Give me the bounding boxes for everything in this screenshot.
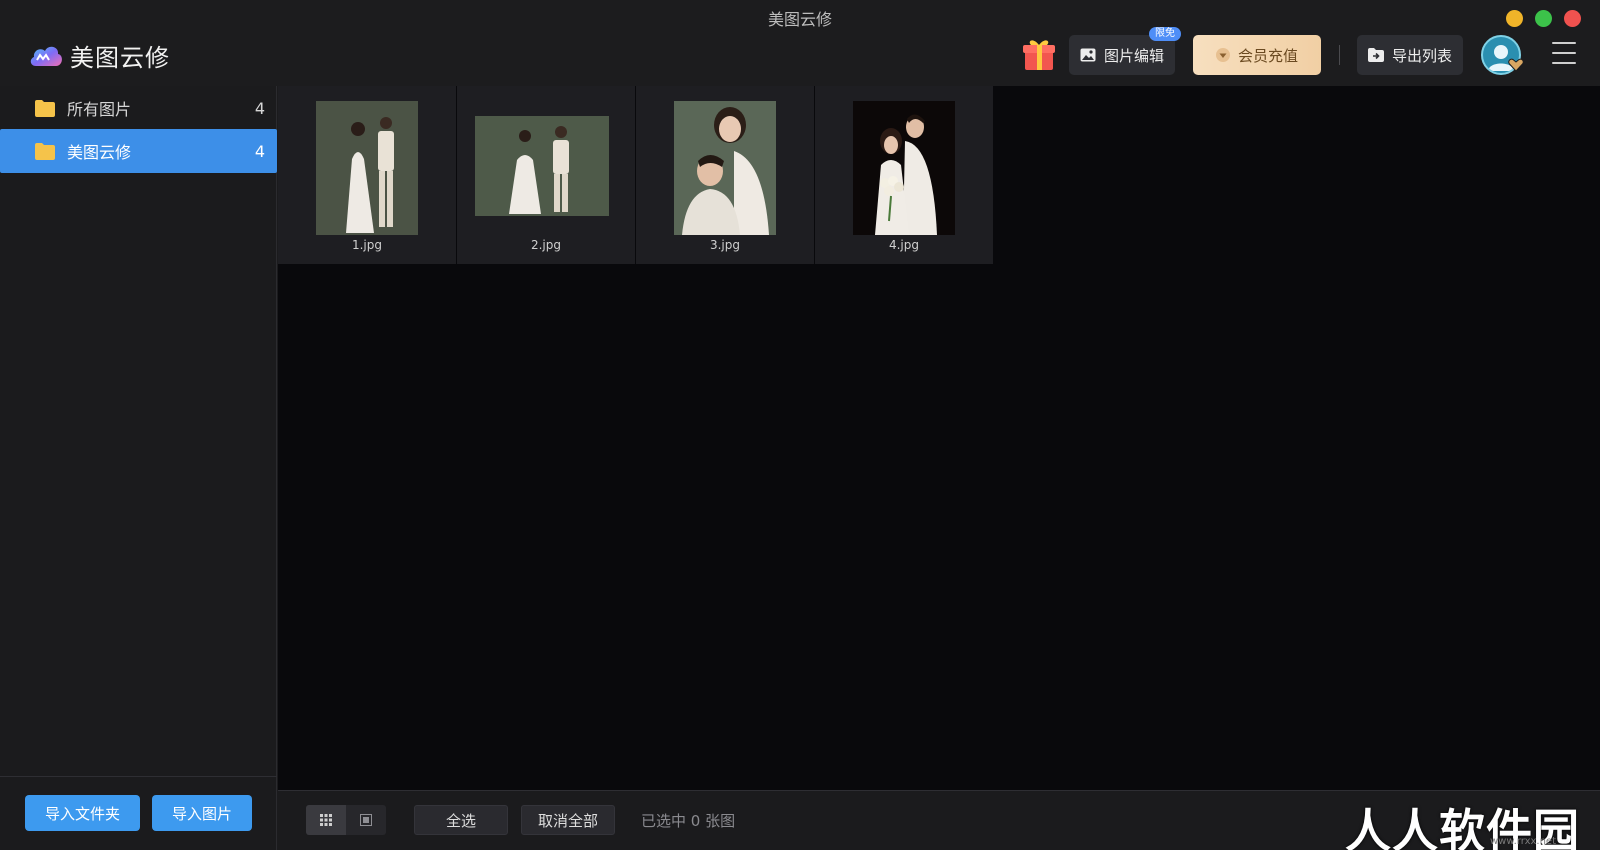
image-edit-button[interactable]: 图片编辑 — [1069, 35, 1175, 75]
app-logo-icon — [30, 46, 62, 66]
deselect-all-button[interactable]: 取消全部 — [521, 805, 615, 835]
vip-recharge-button[interactable]: 会员充值 — [1193, 35, 1321, 75]
image-filename: 1.jpg — [351, 238, 383, 252]
image-card[interactable]: 4.jpg — [815, 86, 993, 264]
image-icon — [1080, 48, 1096, 62]
sidebar-item-meitu-cloud[interactable]: 美图云修 4 — [0, 129, 277, 173]
header-divider — [1339, 45, 1340, 65]
sidebar-item-label: 所有图片 — [67, 100, 132, 119]
sidebar-item-count: 4 — [254, 141, 265, 161]
grid-view-button[interactable] — [306, 805, 346, 835]
image-thumbnail — [674, 101, 776, 235]
maximize-button[interactable] — [1535, 10, 1552, 27]
image-filename: 3.jpg — [709, 238, 741, 252]
image-filename: 2.jpg — [530, 238, 562, 252]
title-bar: 美图云修 美图云修 图片编辑 限免 会员充值 导出列表 — [0, 0, 1600, 86]
selection-status: 已选中 0 张图 — [641, 812, 736, 830]
grid-icon — [320, 814, 332, 826]
menu-icon[interactable] — [1552, 42, 1576, 64]
gift-icon[interactable] — [1022, 36, 1056, 72]
image-gallery: 1.jpg 2.jpg 3.jpg 4.jpg — [278, 86, 1600, 790]
image-thumbnail — [475, 116, 609, 216]
image-filename: 4.jpg — [888, 238, 920, 252]
watermark-url: www.rrxx.net — [1490, 836, 1557, 847]
vip-diamond-icon — [1215, 48, 1230, 62]
sidebar-item-count: 4 — [254, 98, 265, 118]
app-name: 美图云修 — [70, 44, 170, 72]
export-list-label: 导出列表 — [1391, 46, 1452, 65]
sidebar-item-label: 美图云修 — [67, 143, 132, 162]
select-all-button[interactable]: 全选 — [414, 805, 508, 835]
image-thumbnail — [853, 101, 955, 235]
folder-icon — [35, 142, 55, 160]
import-image-button[interactable]: 导入图片 — [152, 795, 252, 831]
image-card[interactable]: 2.jpg — [457, 86, 635, 264]
window-title: 美图云修 — [767, 10, 832, 29]
image-edit-label: 图片编辑 — [1103, 46, 1164, 65]
folder-icon — [35, 99, 55, 117]
image-card[interactable]: 3.jpg — [636, 86, 814, 264]
sidebar-actions: 导入文件夹 导入图片 — [0, 776, 277, 850]
vip-heart-icon — [1508, 58, 1524, 72]
sidebar-item-all-images[interactable]: 所有图片 4 — [0, 86, 277, 130]
free-badge: 限免 — [1149, 27, 1181, 41]
export-list-button[interactable]: 导出列表 — [1357, 35, 1463, 75]
image-card[interactable]: 1.jpg — [278, 86, 456, 264]
single-view-icon — [360, 814, 372, 826]
close-button[interactable] — [1564, 10, 1581, 27]
view-toggle — [306, 805, 386, 835]
sidebar: 所有图片 4 美图云修 4 导入文件夹 导入图片 — [0, 86, 277, 850]
export-folder-icon — [1367, 48, 1384, 62]
image-thumbnail — [316, 101, 418, 235]
import-folder-button[interactable]: 导入文件夹 — [25, 795, 140, 831]
vip-recharge-label: 会员充值 — [1237, 46, 1298, 65]
minimize-button[interactable] — [1506, 10, 1523, 27]
single-view-button[interactable] — [346, 805, 386, 835]
